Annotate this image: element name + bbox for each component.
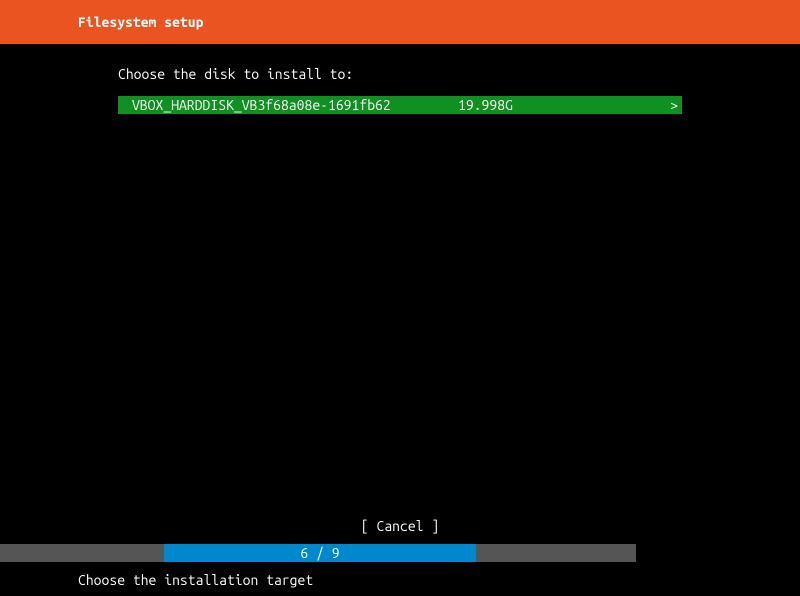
prompt-text: Choose the disk to install to: (118, 66, 682, 82)
progress-bar: 6 / 9 (0, 544, 800, 562)
header-bar: Filesystem setup (0, 0, 800, 44)
progress-segment-remaining (476, 544, 636, 562)
progress-segment-done (0, 544, 164, 562)
chevron-right-icon: > (670, 97, 678, 113)
disk-option[interactable]: VBOX_HARDDISK_VB3f68a08e-1691fb62 19.998… (118, 96, 682, 114)
disk-size-label: 19.998G (458, 97, 513, 113)
footer-hint: Choose the installation target (78, 572, 313, 588)
disk-name-label: VBOX_HARDDISK_VB3f68a08e-1691fb62 (132, 97, 391, 113)
cancel-button[interactable]: [ Cancel ] (361, 518, 439, 534)
page-title: Filesystem setup (78, 14, 203, 30)
cancel-row: [ Cancel ] (0, 518, 800, 534)
progress-text: 6 / 9 (300, 545, 339, 561)
progress-segment-end (636, 544, 800, 562)
progress-segment-current: 6 / 9 (164, 544, 476, 562)
main-content: Choose the disk to install to: VBOX_HARD… (0, 44, 800, 114)
